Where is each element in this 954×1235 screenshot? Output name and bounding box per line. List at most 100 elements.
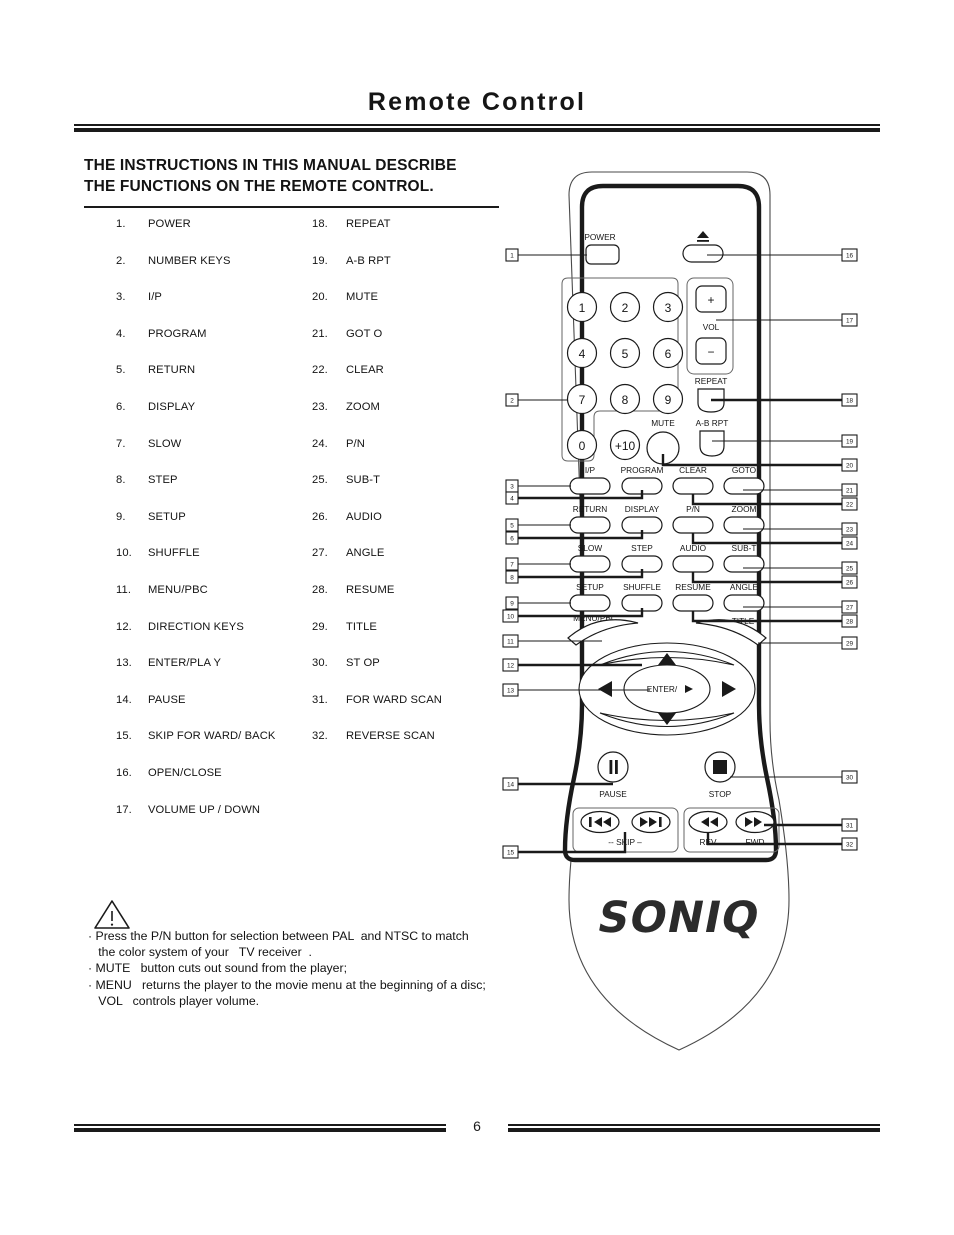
clear-button[interactable] <box>672 477 714 495</box>
callout-marker-number: 26 <box>846 579 854 586</box>
rule-thick-line <box>508 1128 880 1132</box>
function-label: MENU/PBC <box>148 583 208 596</box>
goto-button[interactable] <box>723 477 765 495</box>
key-0-label: 0 <box>579 439 586 453</box>
function-number: 20. <box>312 291 328 304</box>
soniq-logo-text: SONIQ <box>593 893 764 943</box>
callout-marker-number: 30 <box>846 774 854 781</box>
callout-marker-number: 17 <box>846 317 854 324</box>
function-list-row: 12. DIRECTION KEYS 29. TITLE <box>84 621 504 658</box>
function-label: STEP <box>148 474 178 487</box>
callout-marker-number: 1 <box>510 252 514 259</box>
rule-thick-line <box>74 1128 446 1132</box>
goto-label: GOTO <box>732 465 757 475</box>
callout-marker-number: 5 <box>510 522 514 529</box>
callout-marker-number: 6 <box>510 535 514 542</box>
function-number: 30. <box>312 657 328 670</box>
key-2-label: 2 <box>622 301 629 315</box>
callout-marker-number: 4 <box>510 495 514 502</box>
clear-label: CLEAR <box>679 465 707 475</box>
callout-marker-number: 31 <box>846 822 854 829</box>
function-label: AUDIO <box>346 510 382 523</box>
function-list-row: 1. POWER 18. REPEAT <box>84 218 504 255</box>
function-label: PROGRAM <box>148 327 207 340</box>
audio-button[interactable] <box>672 555 714 573</box>
function-number: 26. <box>312 510 328 523</box>
notes-block: · Press the P/N button for selection bet… <box>88 928 518 1009</box>
function-label: DIRECTION KEYS <box>148 620 244 633</box>
callout-marker-number: 10 <box>507 613 515 620</box>
pause-button[interactable] <box>597 751 629 783</box>
zoom-button[interactable] <box>723 516 765 534</box>
callout-marker-number: 21 <box>846 487 854 494</box>
function-list-row: 2. NUMBER KEYS 19. A-B RPT <box>84 255 504 292</box>
function-label: MUTE <box>346 291 379 304</box>
callout-marker-number: 29 <box>846 640 854 647</box>
function-label: ANGLE <box>346 547 385 560</box>
note-line-5: VOL controls player volume. <box>88 993 260 1008</box>
function-label: I/P <box>148 291 162 304</box>
function-number: 32. <box>312 730 328 743</box>
function-label: P/N <box>346 437 365 450</box>
slow-button[interactable] <box>569 555 611 573</box>
slow-label: SLOW <box>578 543 603 553</box>
key-9-label: 9 <box>665 393 672 407</box>
function-list-row: 13. ENTER/PLA Y 30. ST OP <box>84 657 504 694</box>
function-label: REVERSE SCAN <box>346 730 435 743</box>
setup-button[interactable] <box>569 594 611 612</box>
function-label: TITLE <box>346 620 377 633</box>
function-number: 12. <box>116 620 132 633</box>
function-number: 21. <box>312 327 328 340</box>
sub-t-button[interactable] <box>723 555 765 573</box>
function-label: GOT O <box>346 327 383 340</box>
zoom-label: ZOOM <box>732 504 757 514</box>
callout-marker-number: 14 <box>507 781 515 788</box>
function-number: 13. <box>116 657 132 670</box>
power-label: POWER <box>584 232 615 242</box>
function-list-row: 9. SETUP 26. AUDIO <box>84 511 504 548</box>
callout-marker-number: 22 <box>846 501 854 508</box>
resume-button[interactable] <box>672 594 714 612</box>
function-number: 18. <box>312 218 328 230</box>
open-close-button[interactable] <box>682 244 724 263</box>
callout-marker-number: 23 <box>846 526 854 533</box>
callout-marker-number: 12 <box>507 662 515 669</box>
ip-button[interactable] <box>569 477 611 495</box>
enter-play-label: ENTER/ <box>647 684 678 694</box>
return-label: RETURN <box>573 504 608 514</box>
power-button[interactable] <box>585 244 620 265</box>
function-label: DISPLAY <box>148 400 196 413</box>
volume-label: VOL <box>703 322 720 332</box>
title-divider-rule <box>74 124 880 132</box>
function-number: 11. <box>116 583 132 596</box>
soniq-logo: SONIQ <box>593 893 764 943</box>
function-label: A-B RPT <box>346 254 391 267</box>
function-list-row: 8. STEP 25. SUB-T <box>84 474 504 511</box>
function-list: 1. POWER 18. REPEAT 2. NUMBER KEYS 19. A-B RPT 3… <box>84 218 504 840</box>
function-list-row: 7. SLOW 24. P/N <box>84 438 504 475</box>
angle-button[interactable] <box>723 594 765 612</box>
key-5-label: 5 <box>622 347 629 361</box>
pn-button[interactable] <box>672 516 714 534</box>
function-label: RETURN <box>148 364 196 377</box>
callout-boxes-left: 123456789101112131415 <box>502 248 519 859</box>
function-label: ENTER/PLA Y <box>148 657 222 670</box>
function-number: 19. <box>312 254 328 267</box>
fwd-label: FWD <box>746 837 765 847</box>
function-list-row: 16. OPEN/CLOSE <box>84 767 504 804</box>
function-number: 9. <box>116 510 126 523</box>
function-label: SKIP FOR WARD/ BACK <box>148 730 276 743</box>
function-label: FOR WARD SCAN <box>346 693 442 706</box>
function-label: SUB-T <box>346 474 381 487</box>
callout-marker-number: 28 <box>846 618 854 625</box>
function-label: SHUFFLE <box>148 547 200 560</box>
function-number: 27. <box>312 547 328 560</box>
return-button[interactable] <box>569 516 611 534</box>
footer-rule-right <box>508 1124 880 1132</box>
function-number: 14. <box>116 693 132 706</box>
pn-label: P/N <box>686 504 700 514</box>
function-number: 29. <box>312 620 328 633</box>
ab-rpt-button[interactable] <box>699 430 725 457</box>
function-list-row: 5. RETURN 22. CLEAR <box>84 364 504 401</box>
stop-label: STOP <box>709 789 732 799</box>
